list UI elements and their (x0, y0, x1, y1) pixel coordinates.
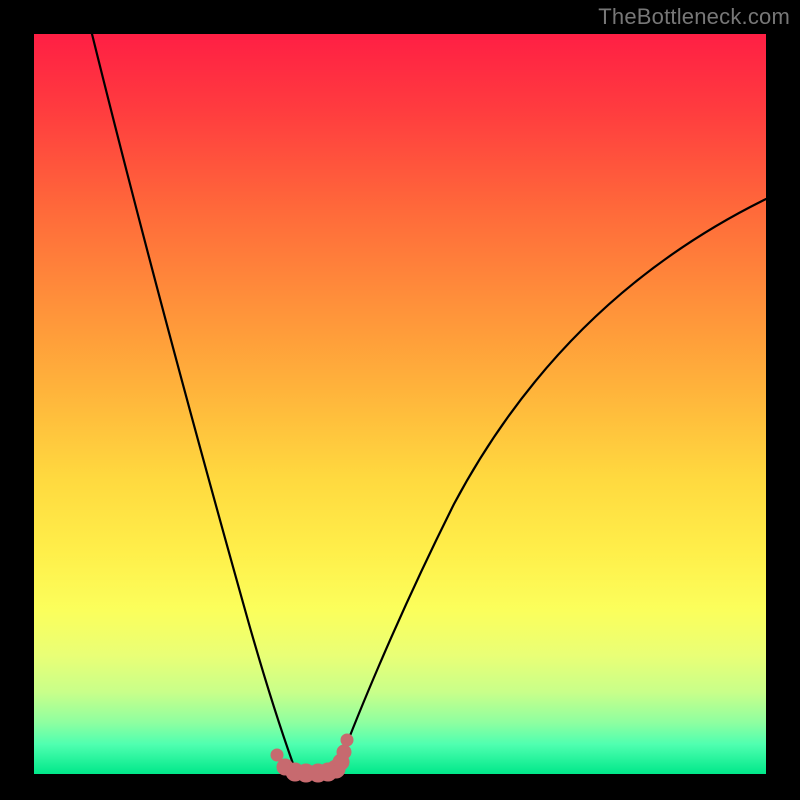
curve-left-branch (92, 34, 296, 772)
valley-markers (271, 734, 353, 782)
curve-right-branch (336, 199, 766, 772)
outer-frame: TheBottleneck.com (0, 0, 800, 800)
plot-area (34, 34, 766, 774)
watermark-text: TheBottleneck.com (598, 4, 790, 30)
curves-svg (34, 34, 766, 774)
